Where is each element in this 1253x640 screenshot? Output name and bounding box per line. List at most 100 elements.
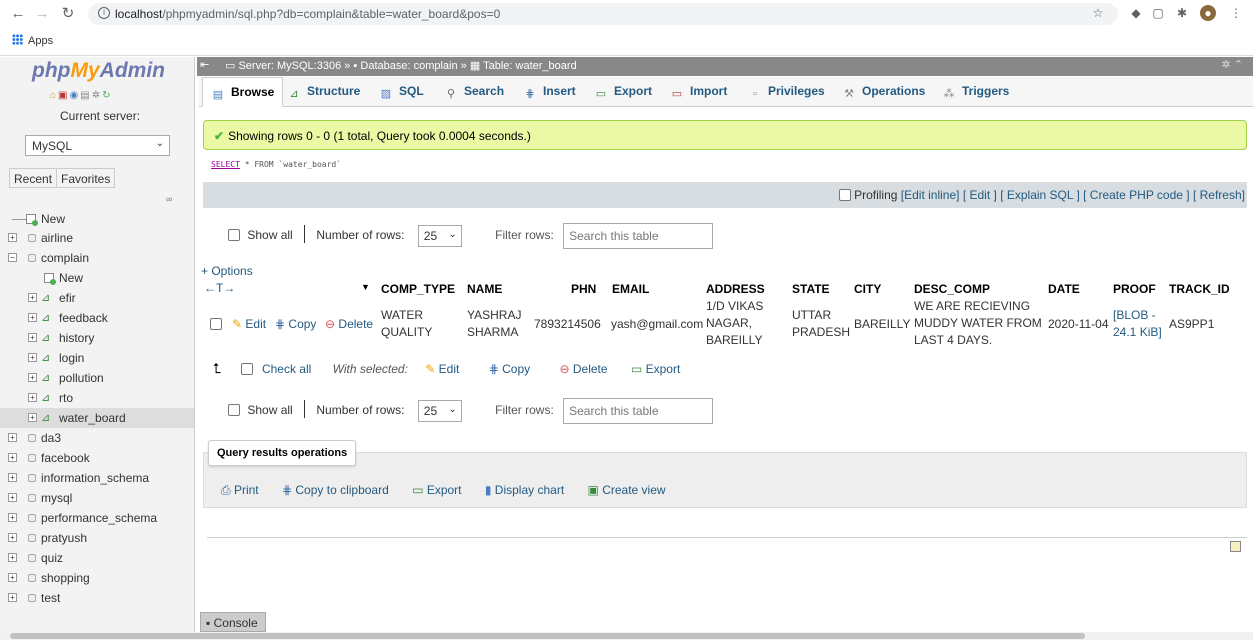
tree-db-test[interactable]: + test bbox=[0, 588, 194, 608]
cell-comp-type[interactable]: WATER QUALITY bbox=[381, 307, 432, 341]
column-header-name[interactable]: NAME bbox=[467, 282, 502, 296]
column-header-date[interactable]: DATE bbox=[1048, 282, 1080, 296]
gear-icon[interactable]: ✲ ⌃ bbox=[1222, 58, 1244, 71]
server-select[interactable]: MySQL ⌄ bbox=[25, 135, 170, 156]
cell-city[interactable]: BAREILLY bbox=[854, 316, 910, 333]
display-chart-link[interactable]: ▮ Display chart bbox=[485, 483, 564, 497]
tree-db-airline[interactable]: + airline bbox=[0, 228, 194, 248]
expand-icon[interactable]: + bbox=[28, 373, 37, 382]
apps-bookmark[interactable]: Apps bbox=[12, 34, 53, 47]
breadcrumb-table[interactable]: Table: water_board bbox=[483, 60, 577, 72]
forward-arrow-icon[interactable]: → bbox=[32, 4, 52, 24]
expand-icon[interactable]: + bbox=[28, 293, 37, 302]
check-all-label[interactable]: Check all bbox=[262, 362, 311, 376]
expand-icon[interactable]: + bbox=[8, 513, 17, 522]
row-edit-link[interactable]: ✎ Edit bbox=[232, 316, 266, 333]
expand-icon[interactable]: + bbox=[8, 233, 17, 242]
column-header-proof[interactable]: PROOF bbox=[1113, 282, 1156, 296]
expand-icon[interactable]: + bbox=[28, 353, 37, 362]
expand-icon[interactable]: + bbox=[8, 533, 17, 542]
column-header-state[interactable]: STATE bbox=[792, 282, 830, 296]
expand-icon[interactable]: + bbox=[28, 313, 37, 322]
column-header-phn[interactable]: PHN bbox=[571, 282, 596, 296]
tab-export[interactable]: ▭ Export bbox=[594, 77, 652, 107]
number-of-rows-select[interactable]: 25 ⌄ bbox=[417, 400, 462, 422]
bulk-export-button[interactable]: ▭ Export bbox=[631, 362, 680, 376]
expand-icon[interactable]: + bbox=[28, 413, 37, 422]
edit-inline-link[interactable]: [Edit inline] bbox=[901, 188, 960, 202]
sql-query[interactable]: SELECT * FROM `water_board` bbox=[203, 151, 1247, 181]
collapse-panel-icon[interactable]: ⇤ bbox=[200, 58, 209, 71]
create-view-link[interactable]: ▣ Create view bbox=[588, 483, 666, 497]
expand-icon[interactable]: + bbox=[8, 593, 17, 602]
expand-icon[interactable]: + bbox=[28, 393, 37, 402]
cell-state[interactable]: UTTAR PRADESH bbox=[792, 307, 850, 341]
expand-icon[interactable]: + bbox=[8, 573, 17, 582]
puzzle-icon[interactable]: ✱ bbox=[1174, 5, 1190, 21]
column-nav-arrows[interactable]: ←T→ bbox=[204, 281, 235, 295]
tree-db-performance-schema[interactable]: + performance_schema bbox=[0, 508, 194, 528]
copy-to-clipboard-link[interactable]: ⋕ Copy to clipboard bbox=[282, 483, 389, 497]
breadcrumb-database[interactable]: Database: complain bbox=[360, 60, 457, 72]
tree-table-login[interactable]: + ⊿ login bbox=[0, 348, 194, 368]
tree-table-rto[interactable]: + ⊿ rto bbox=[0, 388, 194, 408]
cell-desc-comp[interactable]: WE ARE RECIEVING MUDDY WATER FROM LAST 4 D… bbox=[914, 298, 1042, 349]
docs-icon[interactable]: ▤ bbox=[80, 90, 91, 101]
tab-browse[interactable]: ▤ Browse bbox=[202, 77, 284, 107]
explain-sql-link[interactable]: [ Explain SQL ] bbox=[1000, 188, 1080, 202]
cell-address[interactable]: 1/D VIKAS NAGAR, BAREILLY bbox=[706, 298, 763, 349]
extension-icon[interactable]: ◆ bbox=[1128, 5, 1144, 21]
profiling-checkbox[interactable] bbox=[838, 189, 851, 201]
cell-proof[interactable]: [BLOB - 24.1 KiB] bbox=[1113, 307, 1162, 341]
show-all-checkbox[interactable] bbox=[228, 229, 240, 242]
reload-icon[interactable]: ↻ bbox=[58, 4, 78, 24]
tab-search[interactable]: ⚲ Search bbox=[444, 77, 504, 107]
tab-triggers[interactable]: ⁂ Triggers bbox=[942, 77, 1010, 107]
extension-box-icon[interactable]: ▢ bbox=[1150, 5, 1166, 21]
tab-privileges[interactable]: ▫ Privileges bbox=[748, 77, 825, 107]
tree-db-pratyush[interactable]: + pratyush bbox=[0, 528, 194, 548]
cell-phn[interactable]: 7893214506 bbox=[534, 316, 601, 333]
refresh-link[interactable]: [ Refresh] bbox=[1193, 188, 1245, 202]
tree-db-mysql[interactable]: + mysql bbox=[0, 488, 194, 508]
column-header-desc-comp[interactable]: DESC_COMP bbox=[914, 282, 990, 296]
tree-table-history[interactable]: + ⊿ history bbox=[0, 328, 194, 348]
tree-db-complain[interactable]: − complain bbox=[0, 248, 194, 268]
tab-operations[interactable]: ⚒ Operations bbox=[842, 77, 925, 107]
tree-db-facebook[interactable]: + facebook bbox=[0, 448, 194, 468]
collapse-icon[interactable]: − bbox=[8, 253, 17, 262]
show-all-checkbox[interactable] bbox=[228, 404, 240, 417]
cell-email[interactable]: yash@gmail.com bbox=[611, 316, 703, 333]
help-icon[interactable]: ◉ bbox=[70, 90, 81, 101]
row-delete-link[interactable]: ⊖ Delete bbox=[325, 316, 373, 333]
tree-db-quiz[interactable]: + quiz bbox=[0, 548, 194, 568]
options-link[interactable]: + Options bbox=[201, 264, 253, 278]
bulk-delete-button[interactable]: ⊖ Delete bbox=[559, 362, 607, 376]
expand-icon[interactable]: + bbox=[8, 493, 17, 502]
sql-keyword[interactable]: SELECT bbox=[211, 160, 240, 169]
tree-table-pollution[interactable]: + ⊿ pollution bbox=[0, 368, 194, 388]
create-php-code-link[interactable]: [ Create PHP code ] bbox=[1083, 188, 1190, 202]
check-all-checkbox[interactable] bbox=[240, 363, 253, 375]
column-header-city[interactable]: CITY bbox=[854, 282, 881, 296]
bookmark-icon[interactable] bbox=[1230, 541, 1241, 552]
star-icon[interactable]: ☆ bbox=[1090, 5, 1106, 21]
tree-complain-new[interactable]: New bbox=[0, 268, 194, 288]
filter-rows-input[interactable]: Search this table bbox=[563, 223, 714, 249]
tree-new-root[interactable]: New bbox=[0, 209, 194, 229]
url-text[interactable]: localhost/phpmyadmin/sql.php?db=complain… bbox=[115, 7, 500, 21]
expand-icon[interactable]: + bbox=[28, 333, 37, 342]
phpmyadmin-logo[interactable]: phpMyAdmin bbox=[32, 59, 165, 83]
tab-structure[interactable]: ⊿ Structure bbox=[287, 77, 360, 107]
cell-name[interactable]: YASHRAJ SHARMA bbox=[467, 307, 521, 341]
horizontal-scrollbar[interactable] bbox=[0, 632, 1253, 640]
settings-icon[interactable]: ✲ bbox=[92, 90, 102, 101]
export-link[interactable]: ▭ Export bbox=[412, 483, 461, 497]
avatar[interactable]: ● bbox=[1200, 5, 1216, 21]
sort-caret-icon[interactable]: ▼ bbox=[361, 282, 370, 292]
bulk-edit-button[interactable]: ✎ Edit bbox=[425, 362, 459, 376]
link-icon[interactable]: ∞ bbox=[166, 194, 172, 204]
tree-db-shopping[interactable]: + shopping bbox=[0, 568, 194, 588]
cell-date[interactable]: 2020-11-04 bbox=[1048, 316, 1109, 333]
tree-table-efir[interactable]: + ⊿ efir bbox=[0, 288, 194, 308]
